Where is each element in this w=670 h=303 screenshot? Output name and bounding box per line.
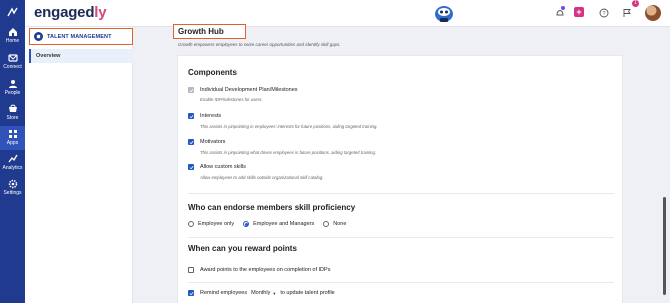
people-icon bbox=[8, 80, 17, 88]
frequency-value: Monthly bbox=[251, 290, 271, 296]
rail-item-settings[interactable]: Settings bbox=[0, 176, 25, 200]
rail-item-label: Connect bbox=[3, 64, 22, 70]
endorse-heading: Who can endorse members skill proficienc… bbox=[188, 203, 356, 212]
rail-item-analytics[interactable]: Analytics bbox=[0, 151, 25, 175]
radio-employee-and-managers[interactable] bbox=[243, 221, 250, 227]
radio-employee-only[interactable] bbox=[188, 221, 194, 227]
add-button[interactable]: + bbox=[574, 7, 584, 17]
component-motivators[interactable]: Motivators bbox=[188, 139, 225, 145]
component-interests[interactable]: Interests bbox=[188, 113, 221, 119]
notification-badge: 1 bbox=[632, 0, 639, 7]
svg-text:?: ? bbox=[602, 11, 605, 17]
radio-label: Employee and Managers bbox=[253, 221, 315, 227]
reward-heading: When can you reward points bbox=[188, 244, 297, 253]
divider bbox=[188, 282, 614, 283]
divider bbox=[188, 193, 614, 194]
left-nav-rail: Home Connect People Store Apps Analytics… bbox=[0, 0, 25, 303]
component-custom-skills[interactable]: Allow custom skills bbox=[188, 164, 246, 170]
rail-item-apps[interactable]: Apps bbox=[0, 126, 25, 150]
component-idp[interactable]: Individual Development Plan/Milestones bbox=[188, 87, 298, 93]
rail-item-home[interactable]: Home bbox=[0, 24, 25, 48]
frequency-select[interactable]: Monthly ▼ bbox=[251, 290, 276, 296]
checkbox-checked[interactable] bbox=[188, 139, 194, 145]
rail-item-label: Settings bbox=[3, 190, 22, 196]
page-title: Growth Hub bbox=[178, 27, 224, 36]
analytics-icon bbox=[7, 154, 18, 163]
connect-icon bbox=[7, 54, 18, 62]
help-icon[interactable]: ? bbox=[597, 6, 611, 20]
component-desc: Enable IDP/milestones for users. bbox=[200, 97, 263, 102]
checkbox-checked[interactable] bbox=[188, 164, 194, 170]
components-heading: Components bbox=[188, 68, 237, 77]
remind-prefix: Remind employees bbox=[200, 290, 248, 296]
talent-management-icon bbox=[34, 32, 43, 41]
remind-employees-option[interactable]: Remind employees Monthly ▼ to update tal… bbox=[188, 290, 335, 296]
rail-item-store[interactable]: Store bbox=[0, 101, 25, 125]
apps-icon bbox=[8, 130, 17, 138]
settings-card: Components Individual Development Plan/M… bbox=[177, 55, 623, 303]
endorse-options: Employee only Employee and Managers None bbox=[188, 221, 355, 227]
home-icon bbox=[8, 28, 17, 36]
component-label: Allow custom skills bbox=[200, 164, 246, 170]
component-label: Individual Development Plan/Milestones bbox=[200, 87, 298, 93]
checkbox-disabled bbox=[188, 87, 194, 93]
sidebar-item-overview[interactable]: Overview bbox=[29, 49, 133, 63]
scrollbar-thumb[interactable] bbox=[663, 197, 666, 295]
radio-label: Employee only bbox=[198, 221, 235, 227]
reward-idp-option[interactable]: Award points to the employees on complet… bbox=[188, 267, 330, 273]
component-label: Motivators bbox=[200, 139, 226, 145]
rail-item-label: Home bbox=[5, 38, 20, 44]
flag-icon[interactable] bbox=[620, 6, 634, 20]
mascot-icon[interactable] bbox=[433, 3, 455, 24]
page-description: Growth empowers employees to seize caree… bbox=[178, 42, 341, 47]
radio-none[interactable] bbox=[323, 221, 330, 227]
app-logo[interactable]: engagedly bbox=[34, 4, 107, 21]
radio-label: None bbox=[333, 221, 347, 227]
component-desc: This assists in pinpointing what drives … bbox=[200, 150, 377, 155]
sidebar-title: TALENT MANAGEMENT bbox=[47, 33, 112, 40]
rail-item-connect[interactable]: Connect bbox=[0, 50, 25, 74]
component-label: Interests bbox=[200, 113, 222, 119]
rail-item-people[interactable]: People bbox=[0, 76, 25, 100]
notification-dot bbox=[561, 6, 565, 10]
rail-item-label: Apps bbox=[6, 140, 19, 146]
store-icon bbox=[8, 104, 17, 112]
checkbox-checked[interactable] bbox=[188, 290, 194, 296]
settings-icon bbox=[8, 179, 17, 189]
reward-option-label: Award points to the employees on complet… bbox=[200, 267, 331, 273]
checkbox-unchecked[interactable] bbox=[188, 267, 194, 273]
secondary-sidebar: TALENT MANAGEMENT Overview bbox=[25, 27, 133, 303]
checkbox-checked[interactable] bbox=[188, 113, 194, 119]
component-desc: This assists in pinpointing in employees… bbox=[200, 124, 378, 129]
divider bbox=[188, 237, 614, 238]
rail-item-label: People bbox=[4, 90, 21, 96]
component-desc: Allow employees to add skills outside or… bbox=[200, 175, 324, 180]
avatar[interactable] bbox=[645, 5, 661, 21]
rail-item-label: Analytics bbox=[2, 165, 23, 171]
rail-item-label: Store bbox=[6, 115, 19, 121]
talent-management-header[interactable]: TALENT MANAGEMENT bbox=[29, 28, 133, 45]
remind-suffix: to update talent profile bbox=[280, 290, 335, 296]
menu-icon[interactable] bbox=[7, 7, 18, 18]
page-title-box: Growth Hub bbox=[173, 24, 246, 39]
chevron-down-icon: ▼ bbox=[272, 290, 277, 296]
